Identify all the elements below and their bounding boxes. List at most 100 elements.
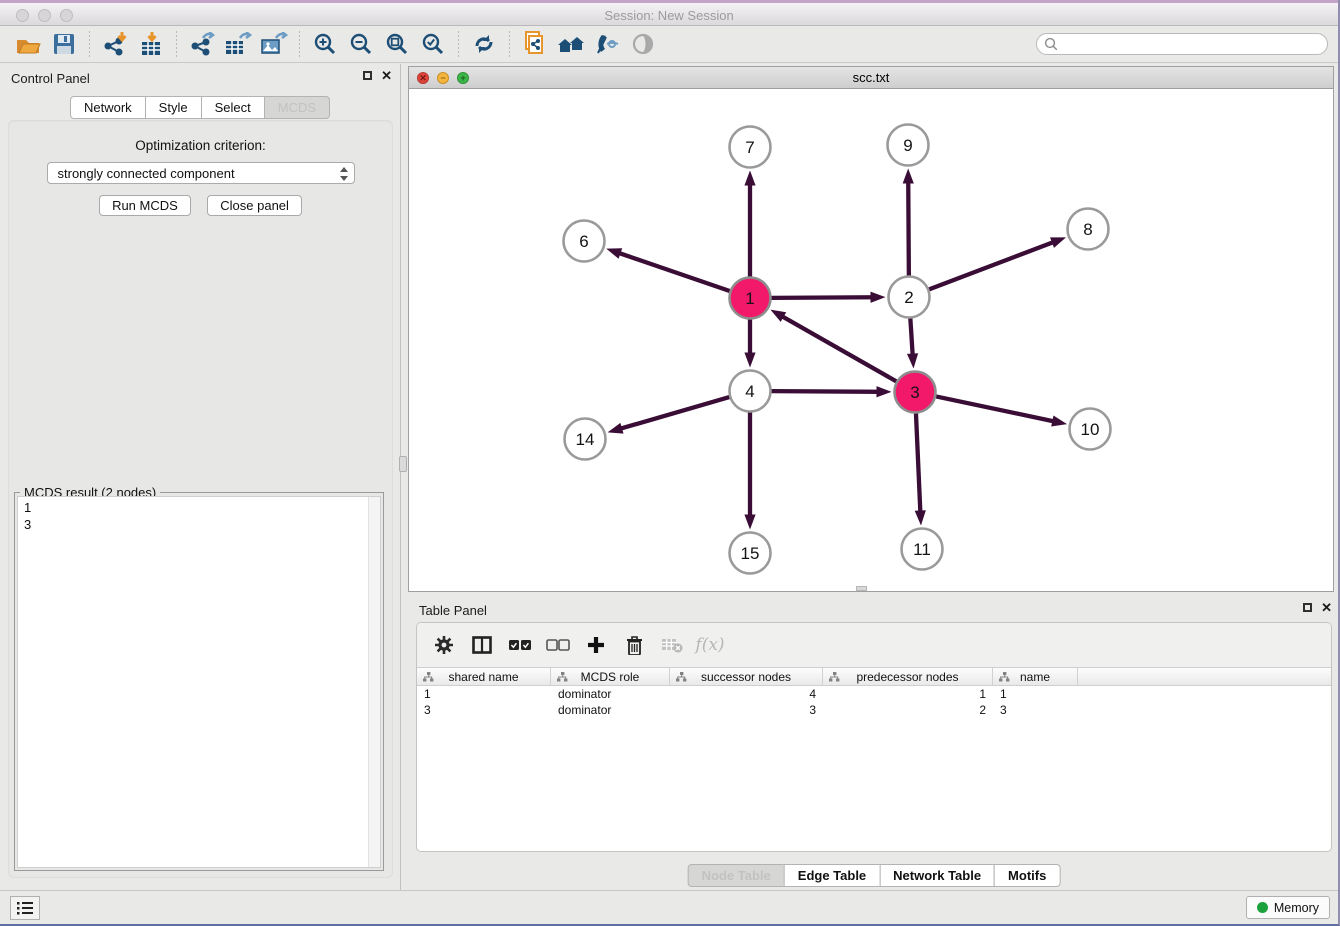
toolbar-separator xyxy=(176,31,177,57)
import-network-icon[interactable] xyxy=(97,29,133,59)
memory-label: Memory xyxy=(1274,901,1319,915)
edge-arrowhead xyxy=(606,248,622,259)
network-canvas[interactable]: 7968124314101511 xyxy=(409,89,1333,591)
hide-graphics-icon[interactable] xyxy=(625,29,661,59)
column-view-icon[interactable] xyxy=(465,629,499,661)
column-header-name[interactable]: name xyxy=(993,668,1078,685)
table-cell[interactable]: 1 xyxy=(993,686,1078,702)
tab-network[interactable]: Network xyxy=(70,96,146,119)
criterion-dropdown[interactable]: strongly connected component xyxy=(47,162,355,184)
edge-1-2[interactable] xyxy=(771,297,874,298)
edge-3-10[interactable] xyxy=(936,396,1056,421)
table-row[interactable]: 1dominator411 xyxy=(417,686,1331,702)
title-bar: Session: New Session xyxy=(0,0,1338,26)
open-session-icon[interactable] xyxy=(10,29,46,59)
import-table-icon[interactable] xyxy=(133,29,169,59)
table-toolbar: f(x) xyxy=(417,623,1331,668)
edge-3-1[interactable] xyxy=(780,315,896,381)
search-input[interactable] xyxy=(1063,35,1327,53)
zoom-in-icon[interactable] xyxy=(307,29,343,59)
control-panel-title: Control Panel xyxy=(11,71,90,86)
window-title: Session: New Session xyxy=(0,8,1338,23)
table-row[interactable]: 3dominator323 xyxy=(417,702,1331,718)
column-header-shared-name[interactable]: shared name xyxy=(417,668,551,685)
edge-4-14[interactable] xyxy=(618,397,729,429)
optimization-criterion-label: Optimization criterion: xyxy=(8,138,393,153)
table-cell[interactable]: 3 xyxy=(417,702,551,718)
graph-node-label-9: 9 xyxy=(903,136,912,155)
toolbar-separator xyxy=(458,31,459,57)
table-cell[interactable]: 3 xyxy=(993,702,1078,718)
edge-4-3[interactable] xyxy=(771,391,880,392)
edge-2-8[interactable] xyxy=(929,241,1056,289)
column-header-successor-nodes[interactable]: successor nodes xyxy=(670,668,823,685)
unselect-all-columns-icon[interactable] xyxy=(541,629,575,661)
search-box[interactable] xyxy=(1036,33,1328,55)
edge-arrowhead xyxy=(744,353,755,368)
close-panel-button[interactable]: Close panel xyxy=(207,195,302,216)
list-icon xyxy=(16,901,34,915)
graph-node-label-15: 15 xyxy=(741,544,760,563)
tab-node-table[interactable]: Node Table xyxy=(688,864,785,887)
table-settings-gear-icon[interactable] xyxy=(427,629,461,661)
graph-node-label-7: 7 xyxy=(745,138,754,157)
clone-network-icon[interactable] xyxy=(517,29,553,59)
save-session-icon[interactable] xyxy=(46,29,82,59)
edge-arrowhead xyxy=(903,168,914,183)
network-window-titlebar[interactable]: ✕ − + scc.txt xyxy=(409,67,1333,89)
tab-style[interactable]: Style xyxy=(145,96,202,119)
edge-arrowhead xyxy=(608,423,624,434)
close-panel-icon[interactable]: ✕ xyxy=(381,70,392,81)
table-cell[interactable]: 3 xyxy=(670,702,823,718)
column-type-icon xyxy=(999,672,1010,682)
memory-status-dot xyxy=(1257,902,1268,913)
tab-edge-table[interactable]: Edge Table xyxy=(784,864,880,887)
graph-node-label-3: 3 xyxy=(910,383,919,402)
export-image-icon[interactable] xyxy=(256,29,292,59)
panel-splitter-handle[interactable] xyxy=(399,456,407,472)
task-history-button[interactable] xyxy=(10,896,40,920)
table-cell[interactable]: 1 xyxy=(417,686,551,702)
tab-network-table[interactable]: Network Table xyxy=(879,864,995,887)
network-graph[interactable]: 7968124314101511 xyxy=(409,89,1333,591)
table-cell[interactable]: 4 xyxy=(670,686,823,702)
table-cell[interactable]: dominator xyxy=(551,686,670,702)
edge-2-9[interactable] xyxy=(908,179,909,275)
tab-mcds[interactable]: MCDS xyxy=(264,96,330,119)
result-scrollbar[interactable] xyxy=(368,497,380,867)
column-type-icon xyxy=(423,672,434,682)
edge-1-6[interactable] xyxy=(617,252,730,291)
create-column-plus-icon[interactable] xyxy=(579,629,613,661)
apply-layout-icon[interactable] xyxy=(466,29,502,59)
export-network-icon[interactable] xyxy=(184,29,220,59)
edge-arrowhead xyxy=(744,515,755,530)
delete-column-trash-icon[interactable] xyxy=(617,629,651,661)
mcds-result-textarea[interactable]: 1 3 xyxy=(17,496,381,868)
export-table-icon[interactable] xyxy=(220,29,256,59)
table-cell[interactable]: 1 xyxy=(823,686,993,702)
column-header-MCDS-role[interactable]: MCDS role xyxy=(551,668,670,685)
zoom-selected-icon[interactable] xyxy=(415,29,451,59)
run-mcds-button[interactable]: Run MCDS xyxy=(99,195,191,216)
table-cell[interactable]: 2 xyxy=(823,702,993,718)
float-panel-icon[interactable] xyxy=(363,71,372,80)
tab-motifs[interactable]: Motifs xyxy=(994,864,1060,887)
close-table-panel-icon[interactable]: ✕ xyxy=(1321,602,1332,613)
column-header-predecessor-nodes[interactable]: predecessor nodes xyxy=(823,668,993,685)
graph-node-label-4: 4 xyxy=(745,382,754,401)
edge-3-11[interactable] xyxy=(916,413,921,514)
table-cell[interactable]: dominator xyxy=(551,702,670,718)
toggle-style-icon[interactable] xyxy=(589,29,625,59)
float-table-panel-icon[interactable] xyxy=(1303,603,1312,612)
zoom-out-icon[interactable] xyxy=(343,29,379,59)
column-type-icon xyxy=(557,672,568,682)
edge-arrowhead xyxy=(1051,416,1067,427)
network-scrollbar-handle[interactable] xyxy=(856,586,867,591)
zoom-fit-icon[interactable] xyxy=(379,29,415,59)
tab-select[interactable]: Select xyxy=(201,96,265,119)
select-all-columns-icon[interactable] xyxy=(503,629,537,661)
edge-2-3[interactable] xyxy=(910,318,912,357)
column-type-icon xyxy=(676,672,687,682)
memory-button[interactable]: Memory xyxy=(1246,896,1330,919)
show-all-networks-icon[interactable] xyxy=(553,29,589,59)
